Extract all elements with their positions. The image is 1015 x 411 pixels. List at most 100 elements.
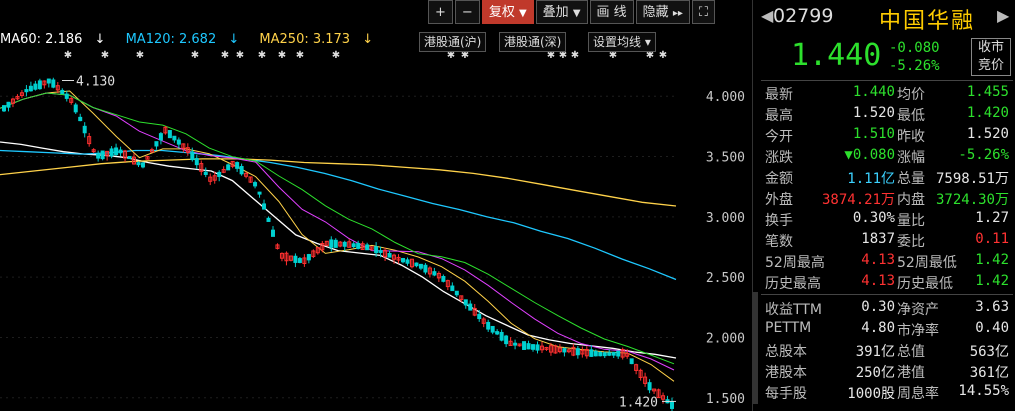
candle-body bbox=[629, 358, 634, 365]
hk-connect-shenzhen-button[interactable]: 港股通(深) bbox=[499, 32, 567, 52]
kline-chart[interactable]: 4.000 3.500 3.000 2.500 2.000 1.500 4.130 1.420… bbox=[0, 0, 752, 411]
candle-body bbox=[522, 341, 527, 350]
fundamental-label: 收益TTM bbox=[765, 302, 822, 318]
quote-value: -5.26% bbox=[958, 147, 1009, 163]
candle-body bbox=[351, 243, 356, 248]
price-change-pct: -5.26% bbox=[889, 58, 940, 74]
candle-body bbox=[127, 156, 132, 160]
event-star-icon: ✱ bbox=[332, 50, 340, 61]
quote-value: 1.510 bbox=[852, 126, 895, 142]
quote-label: 笔数 bbox=[765, 234, 793, 250]
candle-body bbox=[365, 244, 370, 251]
candle-body bbox=[329, 239, 334, 248]
ma-line-short-green bbox=[0, 92, 675, 365]
candle-body bbox=[333, 239, 338, 248]
draw-line-button[interactable]: 画 线 bbox=[589, 0, 634, 24]
fundamental-value: 0.30 bbox=[861, 299, 895, 315]
collapse-handle-icon[interactable] bbox=[753, 292, 758, 404]
event-star-icon: ✱ bbox=[278, 50, 286, 61]
candle-body bbox=[194, 158, 199, 166]
candle-body bbox=[109, 148, 114, 157]
candle-body bbox=[118, 149, 123, 154]
quote-value: 1.520 bbox=[852, 105, 895, 121]
candle-body bbox=[203, 171, 208, 175]
event-star-icon: ✱ bbox=[571, 50, 579, 61]
ma-settings-dropdown[interactable]: 设置均线 ▾ bbox=[588, 32, 656, 52]
candle-body bbox=[266, 217, 271, 222]
candle-body bbox=[468, 303, 473, 311]
quote-value: 1.420 bbox=[966, 105, 1009, 121]
chevron-down-icon: ▾ bbox=[644, 35, 651, 49]
zoom-out-button[interactable]: − bbox=[454, 0, 480, 24]
stock-name: 中国华融 bbox=[879, 9, 976, 34]
candle-body bbox=[167, 130, 172, 139]
ma-line-short-magenta bbox=[0, 92, 675, 371]
candle-body bbox=[342, 241, 347, 247]
event-star-icon: ✱ bbox=[296, 50, 304, 61]
zoom-in-button[interactable]: + bbox=[428, 0, 453, 24]
quote-label: 52周最低 bbox=[897, 255, 957, 271]
quote-value: 1.11亿 bbox=[847, 171, 895, 187]
candle-body bbox=[513, 342, 518, 346]
candle-body bbox=[405, 259, 410, 264]
quote-value: 3874.21万 bbox=[821, 192, 895, 208]
next-stock-icon[interactable]: ▶ bbox=[997, 6, 1009, 25]
candle-body bbox=[2, 105, 6, 112]
candle-body bbox=[387, 252, 392, 258]
event-star-icon: ✱ bbox=[258, 50, 266, 61]
candle-body bbox=[607, 352, 612, 356]
candle-body bbox=[647, 382, 652, 391]
fuquan-dropdown[interactable]: 复权 ▼ bbox=[481, 0, 534, 24]
fullscreen-icon[interactable]: ⛶ bbox=[691, 0, 715, 24]
candle-body bbox=[593, 350, 598, 357]
quote-label: 换手 bbox=[765, 213, 793, 229]
candle-body bbox=[486, 321, 491, 330]
candle-body bbox=[6, 101, 11, 108]
hk-connect-shanghai-button[interactable]: 港股通(沪) bbox=[419, 32, 487, 52]
quote-label: 今开 bbox=[765, 129, 793, 145]
candle-body bbox=[64, 93, 69, 99]
candle-body bbox=[441, 276, 446, 282]
candle-body bbox=[432, 271, 437, 276]
hide-button[interactable]: 隐藏 ▸▸ bbox=[635, 0, 690, 24]
candle-body bbox=[504, 335, 509, 345]
low-label: 1.420 bbox=[619, 395, 658, 410]
fundamental-value: 4.80 bbox=[861, 320, 895, 336]
overlay-dropdown[interactable]: 叠加 ▼ bbox=[535, 0, 588, 24]
candle-body bbox=[490, 325, 495, 333]
fundamental-label: 净资产 bbox=[897, 302, 939, 318]
quote-value: 1837 bbox=[861, 231, 895, 247]
quote-value: 1.42 bbox=[975, 273, 1009, 289]
y-tick-label: 4.000 bbox=[706, 90, 745, 105]
quote-label: 量比 bbox=[897, 213, 925, 229]
quote-label: 最高 bbox=[765, 108, 793, 124]
candle-body bbox=[499, 331, 504, 341]
arrow-down-icon: ↓ bbox=[362, 32, 374, 47]
candle-body bbox=[78, 116, 83, 122]
high-label: 4.130 bbox=[76, 75, 115, 90]
quote-label: 昨收 bbox=[897, 129, 925, 145]
candle-body bbox=[140, 162, 145, 168]
auction-button[interactable]: 收市竞价 bbox=[971, 38, 1011, 76]
quote-value: 1.42 bbox=[975, 252, 1009, 268]
candle-body bbox=[374, 246, 379, 254]
quote-value: 4.13 bbox=[861, 252, 895, 268]
quote-label: 涨跌 bbox=[765, 150, 793, 166]
double-chevron-right-icon: ▸▸ bbox=[672, 8, 683, 19]
candle-body bbox=[37, 80, 42, 90]
ma120-label: MA120: 2.682 ↓ bbox=[125, 32, 240, 47]
stock-code: 02799 bbox=[773, 5, 834, 27]
fundamental-value: 563亿 bbox=[969, 344, 1009, 360]
fundamental-label: 周息率 bbox=[897, 386, 939, 402]
fundamental-label: 总股本 bbox=[765, 344, 807, 360]
candle-body bbox=[414, 262, 419, 267]
candle-body bbox=[616, 350, 621, 357]
candle-body bbox=[96, 153, 101, 159]
prev-stock-icon[interactable]: ◀ bbox=[761, 6, 773, 25]
candle-body bbox=[60, 89, 65, 95]
price-chart-svg[interactable]: 4.000 3.500 3.000 2.500 2.000 1.500 4.130 1.420… bbox=[0, 0, 752, 411]
quote-label: 52周最高 bbox=[765, 255, 825, 271]
candle-body bbox=[598, 351, 603, 357]
event-star-icon: ✱ bbox=[64, 50, 72, 61]
candle-body bbox=[262, 203, 267, 210]
